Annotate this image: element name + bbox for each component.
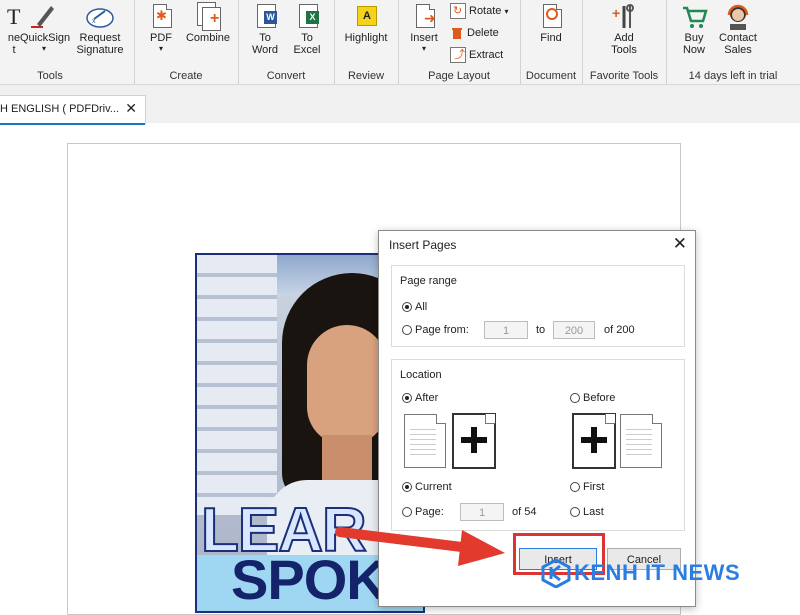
watermark-logo: KENH IT NEWS xyxy=(540,558,740,589)
red-arrow-annotation xyxy=(335,527,505,566)
watermark-text: KENH IT NEWS xyxy=(574,560,741,585)
watermark-icon xyxy=(541,558,571,589)
